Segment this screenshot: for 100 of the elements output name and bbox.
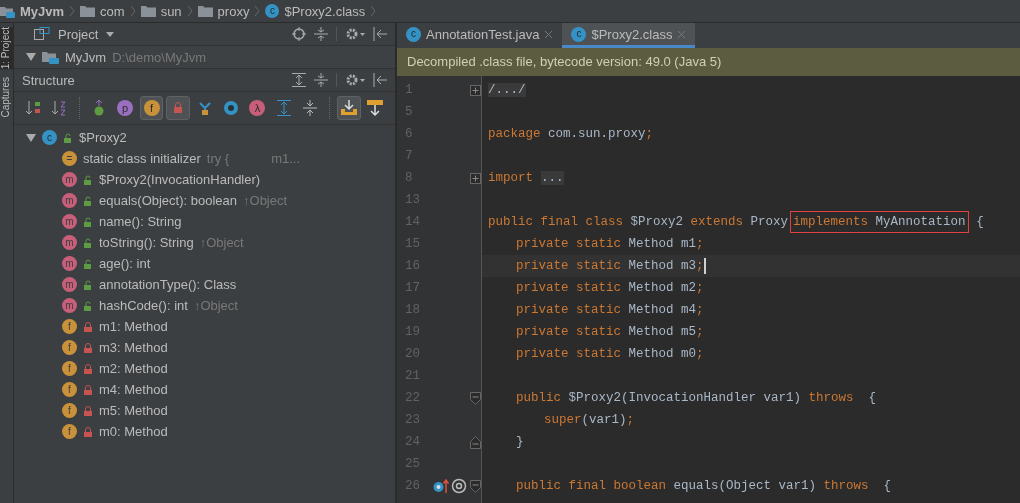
code-text: Method m1 xyxy=(627,237,697,251)
panel-title: Structure xyxy=(22,72,75,88)
code-keyword: private static xyxy=(516,325,622,339)
folder-icon xyxy=(197,5,213,17)
code-keyword: implements xyxy=(793,215,869,229)
code-keyword: private static xyxy=(516,237,622,251)
tree-item[interactable]: equals(Object): boolean xyxy=(99,193,238,208)
autoscroll-to-button[interactable] xyxy=(337,96,361,120)
project-name[interactable]: MyJvm xyxy=(65,49,107,65)
code-keyword: private static xyxy=(516,303,622,317)
code-text: { xyxy=(975,215,984,229)
project-folder-icon xyxy=(42,50,59,64)
method-icon: m xyxy=(62,214,77,229)
tree-item[interactable]: $Proxy2(InvocationHandler) xyxy=(99,172,261,187)
field-icon: f xyxy=(62,403,77,418)
tool-window-tab[interactable]: Captures xyxy=(0,77,13,118)
code-keyword: throws xyxy=(808,391,854,405)
annotation-icon[interactable] xyxy=(451,478,467,494)
code-text: Proxy xyxy=(749,215,789,229)
close-icon[interactable] xyxy=(544,29,554,39)
class-icon: c xyxy=(406,26,421,42)
editor-tab[interactable]: c $Proxy2.class xyxy=(562,23,696,48)
tree-item[interactable]: name(): String xyxy=(99,214,182,229)
hide-panel-icon[interactable] xyxy=(373,27,387,41)
dropdown-caret-icon[interactable] xyxy=(106,31,115,37)
method-icon: m xyxy=(62,256,77,271)
fold-collapse-icon[interactable] xyxy=(470,391,481,405)
project-view-icon xyxy=(34,27,50,41)
field-icon: f xyxy=(62,361,77,376)
code-keyword: super xyxy=(544,413,582,427)
tree-item[interactable]: age(): int xyxy=(99,256,151,271)
field-icon: f xyxy=(62,340,77,355)
item-detail: ↑Object xyxy=(193,298,238,313)
method-icon: m xyxy=(62,172,77,187)
fold-collapse-icon[interactable] xyxy=(470,479,481,493)
method-icon: m xyxy=(62,193,77,208)
folded-code: /.../ xyxy=(488,83,526,97)
initializer-icon: = xyxy=(62,151,77,166)
fold-expand-icon[interactable] xyxy=(470,172,481,184)
unlocked-icon xyxy=(63,132,73,143)
fold-collapse-icon[interactable] xyxy=(470,435,481,449)
settings-icon[interactable] xyxy=(345,27,365,41)
code-keyword: private static xyxy=(516,347,622,361)
breadcrumb-item[interactable]: com xyxy=(80,3,125,19)
code-keyword: extends xyxy=(690,215,744,229)
settings-icon[interactable] xyxy=(345,73,365,87)
code-keyword: throws xyxy=(823,479,869,493)
code-text: $Proxy2(InvocationHandler var1) xyxy=(567,391,803,405)
method-icon: m xyxy=(62,235,77,250)
locate-icon[interactable] xyxy=(292,27,306,41)
item-detail: m1... xyxy=(271,151,301,166)
panel-title[interactable]: Project xyxy=(58,26,99,42)
fold-expand-icon[interactable] xyxy=(470,84,481,96)
breadcrumb-item[interactable]: c $Proxy2.class xyxy=(265,3,366,19)
code-text: Method m0 xyxy=(627,347,697,361)
item-detail: ↑Object xyxy=(199,235,244,250)
sort-icon xyxy=(24,99,43,117)
tree-item[interactable]: static class initializer xyxy=(83,151,201,166)
expand-arrow-icon[interactable] xyxy=(26,53,36,61)
code-keyword: ; xyxy=(696,259,704,273)
editor-tab[interactable]: c AnnotationTest.java xyxy=(397,23,563,48)
code-text: { xyxy=(882,479,892,493)
tree-item[interactable]: annotationType(): Class xyxy=(99,277,237,292)
code-keyword: ; xyxy=(696,237,704,251)
collapse-icon xyxy=(301,99,320,117)
class-icon: c xyxy=(265,4,280,18)
chevron-icon xyxy=(254,5,261,17)
breadcrumb-item[interactable]: proxy xyxy=(197,3,250,19)
chevron-icon xyxy=(69,5,76,17)
tree-item[interactable]: toString(): String xyxy=(99,235,194,250)
expand-all-icon[interactable] xyxy=(292,73,306,87)
code-keyword: ; xyxy=(626,413,635,427)
chevron-icon xyxy=(186,5,193,17)
hide-panel-icon[interactable] xyxy=(373,73,387,87)
tree-item[interactable]: m5: Method xyxy=(99,403,168,418)
code-keyword: package xyxy=(488,127,541,141)
folder-icon xyxy=(80,5,96,17)
code-keyword: public xyxy=(516,391,561,405)
tree-item[interactable]: hashCode(): int xyxy=(99,298,188,313)
tree-item[interactable]: m4: Method xyxy=(99,382,168,397)
tree-item[interactable]: m1: Method xyxy=(99,319,168,334)
expand-arrow-icon[interactable] xyxy=(26,133,36,142)
breadcrumb-item[interactable]: sun xyxy=(140,3,182,19)
tree-item[interactable]: $Proxy2 xyxy=(79,130,127,145)
tree-item[interactable]: m3: Method xyxy=(99,340,168,355)
tree-item[interactable]: m0: Method xyxy=(99,424,168,439)
tree-item[interactable]: m2: Method xyxy=(99,361,168,376)
code-text: equals(Object var1) xyxy=(672,479,818,493)
code-text: Method m2 xyxy=(627,281,697,295)
code-keyword: ; xyxy=(696,347,704,361)
overrides-icon[interactable] xyxy=(433,478,449,494)
field-icon: f xyxy=(62,319,77,334)
breadcrumb-item[interactable]: MyJvm xyxy=(0,3,65,19)
code-keyword: ; xyxy=(645,127,654,141)
tool-window-tab[interactable]: 1: Project xyxy=(0,27,13,70)
ring-icon xyxy=(222,99,240,117)
collapse-all-icon[interactable] xyxy=(314,27,328,41)
folded-code: ... xyxy=(541,171,564,185)
collapse-all-icon[interactable] xyxy=(314,73,328,87)
method-icon: m xyxy=(62,277,77,292)
